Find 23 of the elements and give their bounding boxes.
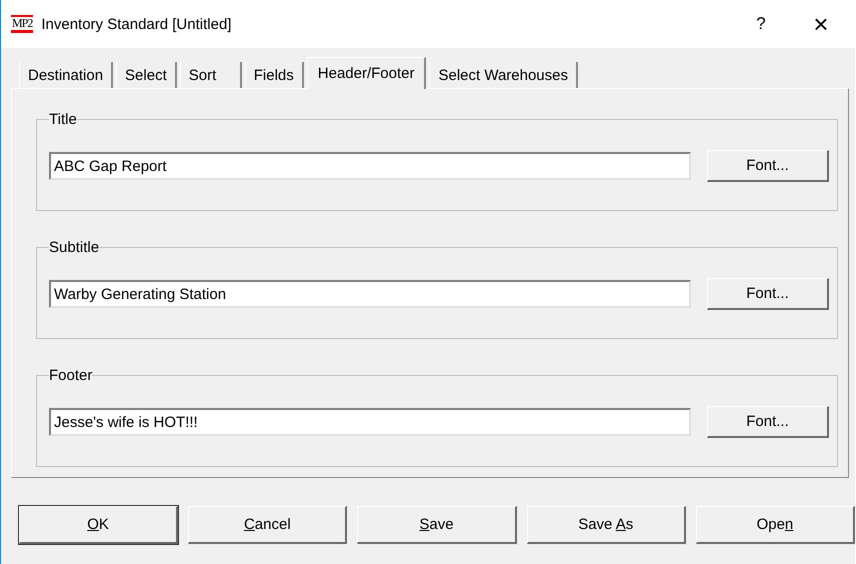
group-label: Footer xyxy=(49,367,92,384)
dialog-button[interactable]: Save As xyxy=(526,506,686,544)
text-field[interactable]: Jesse's wife is HOT!!! xyxy=(49,408,691,436)
font-button[interactable]: Font... xyxy=(707,150,829,182)
window-title: Inventory Standard [Untitled] xyxy=(41,16,232,32)
tab[interactable]: Destination xyxy=(19,62,114,88)
group-label: Title xyxy=(49,111,77,128)
font-button[interactable]: Font... xyxy=(707,406,829,438)
tab[interactable]: Header/Footer xyxy=(306,57,426,89)
group-label: Subtitle xyxy=(49,239,100,256)
close-button[interactable]: × xyxy=(801,6,841,42)
font-button[interactable]: Font... xyxy=(707,278,829,310)
text-field[interactable]: ABC Gap Report xyxy=(49,152,691,180)
tab[interactable]: Sort xyxy=(180,62,242,88)
tab[interactable]: Fields xyxy=(244,62,304,88)
dialog-button[interactable]: Save xyxy=(357,506,517,544)
dialog-button[interactable]: Cancel xyxy=(188,506,348,544)
dialog-button[interactable]: OK xyxy=(19,506,178,544)
tab[interactable]: Select Warehouses xyxy=(429,62,578,88)
tab[interactable]: Select xyxy=(116,62,177,88)
dialog-button[interactable]: Open xyxy=(696,506,855,544)
text-field[interactable]: Warby Generating Station xyxy=(49,280,691,308)
help-button[interactable]: ? xyxy=(741,6,781,42)
